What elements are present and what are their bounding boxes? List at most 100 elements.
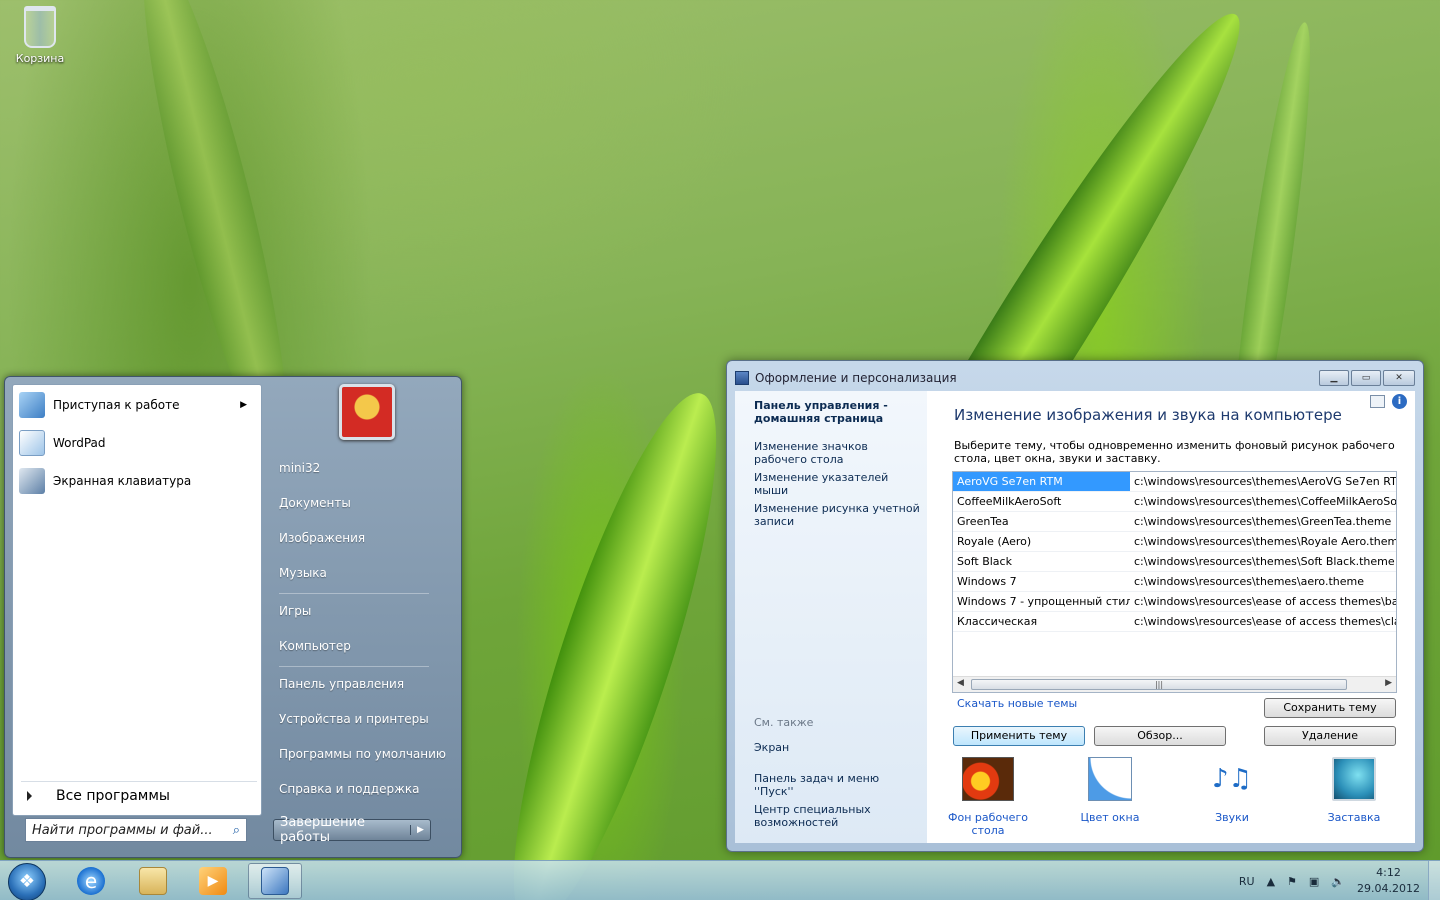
start-link-default-programs[interactable]: Программы по умолчанию <box>279 747 446 761</box>
taskbar-media-player[interactable]: ▶ <box>186 863 240 899</box>
apply-theme-button[interactable]: Применить тему <box>953 726 1085 746</box>
media-player-icon: ▶ <box>199 867 227 895</box>
start-item-getting-started[interactable]: Приступая к работе ▶ <box>19 388 255 422</box>
windows-logo-icon: ❖ <box>18 871 36 892</box>
see-also-label: См. также <box>754 716 814 729</box>
window-color-icon <box>1088 757 1132 801</box>
view-options-icon[interactable] <box>1370 395 1385 408</box>
window-titlebar[interactable]: Оформление и персонализация <box>735 368 1415 388</box>
user-avatar[interactable] <box>339 384 395 440</box>
screensaver-item[interactable]: Заставка <box>1299 757 1409 824</box>
theme-name: Windows 7 - упрощенный стиль <box>953 592 1130 612</box>
recycle-bin[interactable]: Корзина <box>10 6 70 65</box>
start-link-control-panel[interactable]: Панель управления <box>279 677 404 691</box>
help-icon[interactable]: i <box>1392 394 1407 409</box>
search-icon: ⌕ <box>232 822 240 838</box>
show-desktop-button[interactable] <box>1428 861 1440 900</box>
scroll-right-icon[interactable]: ▶ <box>1385 678 1392 688</box>
nav-display-link[interactable]: Экран <box>754 741 922 754</box>
network-icon[interactable]: ▣ <box>1309 875 1319 888</box>
sounds-icon: ♪♫ <box>1212 764 1252 794</box>
theme-row[interactable]: AeroVG Se7en RTM c:\windows\resources\the… <box>953 472 1396 492</box>
show-hidden-icons-icon[interactable]: ▲ <box>1267 875 1275 888</box>
shutdown-options-arrow-icon[interactable]: ▶ <box>410 825 430 835</box>
submenu-arrow-icon: ▶ <box>240 400 247 410</box>
browse-button[interactable]: Обзор... <box>1094 726 1226 746</box>
start-link-pictures[interactable]: Изображения <box>279 531 365 545</box>
start-link-user[interactable]: mini32 <box>279 461 320 475</box>
theme-row[interactable]: Royale (Aero) c:\windows\resources\themes… <box>953 532 1396 552</box>
clock[interactable]: 4:12 29.04.2012 <box>1357 865 1420 897</box>
clock-time: 4:12 <box>1376 866 1401 879</box>
maximize-button[interactable]: ▭ <box>1351 370 1381 386</box>
page-heading: Изменение изображения и звука на компьют… <box>954 406 1342 424</box>
theme-path: c:\windows\resources\themes\aero.theme <box>1130 572 1396 592</box>
start-link-help[interactable]: Справка и поддержка <box>279 782 420 796</box>
taskbar-control-panel[interactable] <box>248 863 302 899</box>
start-link-computer[interactable]: Компьютер <box>279 639 351 653</box>
theme-name: GreenTea <box>953 512 1130 532</box>
nav-desktop-icons-link[interactable]: Изменение значков рабочего стола <box>754 440 922 466</box>
start-link-devices[interactable]: Устройства и принтеры <box>279 712 429 726</box>
start-item-onscreen-keyboard[interactable]: Экранная клавиатура <box>19 464 255 498</box>
action-center-flag-icon[interactable]: ⚑ <box>1287 875 1297 888</box>
grass-blade <box>476 376 754 900</box>
scroll-left-icon[interactable]: ◀ <box>957 678 964 688</box>
theme-row[interactable]: Soft Black c:\windows\resources\themes\So… <box>953 552 1396 572</box>
start-item-label: Экранная клавиатура <box>53 474 192 488</box>
theme-path: c:\windows\resources\ease of access them… <box>1130 612 1396 632</box>
volume-icon[interactable]: 🔈 <box>1331 875 1345 888</box>
taskbar-ie[interactable]: e <box>64 863 118 899</box>
clock-date: 29.04.2012 <box>1357 882 1420 895</box>
sounds-label: Звуки <box>1215 811 1249 824</box>
all-programs-button[interactable]: Все программы <box>21 781 257 809</box>
start-menu-places-pane: mini32 Документы Изображения Музыка Игры… <box>267 377 463 857</box>
theme-row[interactable]: Windows 7 c:\windows\resources\themes\aer… <box>953 572 1396 592</box>
minimize-button[interactable]: ▁ <box>1319 370 1349 386</box>
all-programs-label: Все программы <box>56 787 170 804</box>
themes-list-rows: AeroVG Se7en RTM c:\windows\resources\the… <box>953 472 1396 632</box>
start-item-label: Приступая к работе <box>53 398 180 412</box>
start-search-input[interactable]: Найти программы и фай... ⌕ <box>25 818 247 842</box>
save-theme-button[interactable]: Сохранить тему <box>1264 698 1396 718</box>
start-menu: Приступая к работе ▶ WordPad Экранная кл… <box>4 376 462 858</box>
start-link-games[interactable]: Игры <box>279 604 311 618</box>
getting-started-icon <box>19 392 45 418</box>
shutdown-label: Завершение работы <box>280 815 366 845</box>
theme-path: c:\windows\resources\themes\Royale Aero.… <box>1130 532 1396 552</box>
nav-mouse-pointers-link[interactable]: Изменение указателей мыши <box>754 471 922 497</box>
theme-name: Windows 7 <box>953 572 1130 592</box>
horizontal-scrollbar[interactable]: ◀ ||| ▶ <box>953 676 1396 692</box>
screensaver-label: Заставка <box>1327 811 1381 824</box>
shutdown-button[interactable]: Завершение работы ▶ <box>273 815 431 845</box>
folder-icon <box>139 867 167 895</box>
control-panel-icon <box>261 867 289 895</box>
theme-row[interactable]: CoffeeMilkAeroSoft c:\windows\resources\t… <box>953 492 1396 512</box>
nav-account-picture-link[interactable]: Изменение рисунка учетной записи <box>754 502 922 528</box>
desktop-background-item[interactable]: Фон рабочего стола <box>933 757 1043 837</box>
download-themes-link[interactable]: Скачать новые темы <box>957 697 1077 710</box>
language-indicator[interactable]: RU <box>1239 875 1255 888</box>
delete-button[interactable]: Удаление <box>1264 726 1396 746</box>
theme-row[interactable]: Windows 7 - упрощенный стиль c:\windows\r… <box>953 592 1396 612</box>
theme-row[interactable]: Классическая c:\windows\resources\ease of… <box>953 612 1396 632</box>
start-item-wordpad[interactable]: WordPad <box>19 426 255 460</box>
internet-explorer-icon: e <box>77 867 105 895</box>
window-color-item[interactable]: Цвет окна <box>1055 757 1165 824</box>
window-title: Оформление и персонализация <box>755 371 957 385</box>
scrollbar-thumb[interactable]: ||| <box>971 679 1347 690</box>
sounds-item[interactable]: ♪♫ Звуки <box>1177 757 1287 824</box>
start-link-music[interactable]: Музыка <box>279 566 327 580</box>
theme-name: AeroVG Se7en RTM <box>953 472 1130 492</box>
close-button[interactable]: ✕ <box>1383 370 1415 386</box>
theme-row[interactable]: GreenTea c:\windows\resources\themes\Gree… <box>953 512 1396 532</box>
taskbar-explorer[interactable] <box>126 863 180 899</box>
start-link-documents[interactable]: Документы <box>279 496 351 510</box>
wordpad-icon <box>19 430 45 456</box>
nav-accessibility-link[interactable]: Центр специальных возможностей <box>754 803 922 829</box>
nav-taskbar-link[interactable]: Панель задач и меню ''Пуск'' <box>754 772 922 798</box>
nav-home-link[interactable]: Панель управления - домашняя страница <box>754 399 922 425</box>
desktop-background-label: Фон рабочего стола <box>948 811 1028 837</box>
themes-list[interactable]: AeroVG Se7en RTM c:\windows\resources\the… <box>952 471 1397 693</box>
start-button[interactable]: ❖ <box>8 863 46 900</box>
